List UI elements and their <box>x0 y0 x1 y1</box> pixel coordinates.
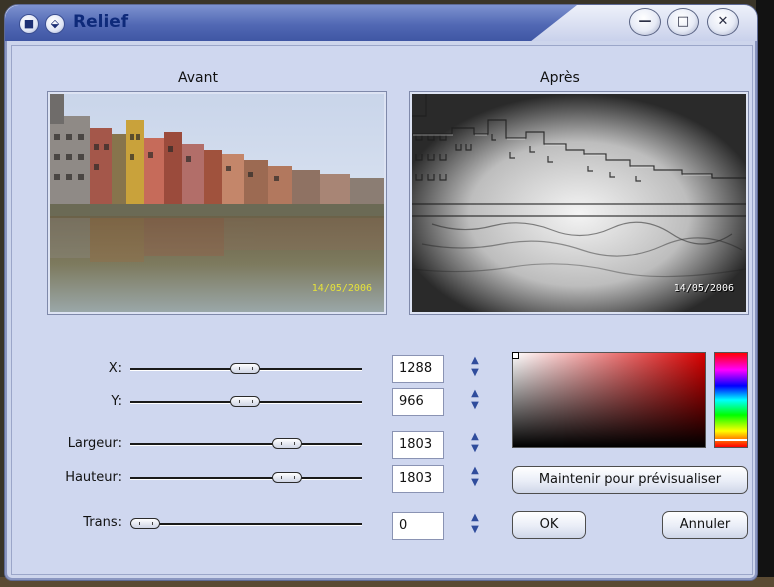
after-preview-image: 14/05/2006 <box>410 92 748 314</box>
spin-up-icon[interactable]: ▲ <box>464 388 486 400</box>
close-button[interactable]: ✕ <box>707 8 739 36</box>
title-bar[interactable]: ■ ⬙ Relief — □ ✕ <box>5 5 757 41</box>
width-value-input[interactable]: 1803 <box>392 431 444 459</box>
width-slider-track[interactable] <box>130 443 362 446</box>
x-label: X: <box>108 361 122 376</box>
x-spinner[interactable]: ▲ ▼ <box>464 355 486 383</box>
height-slider-track[interactable] <box>130 477 362 480</box>
x-value-input[interactable]: 1288 <box>392 355 444 383</box>
x-slider-thumb[interactable] <box>230 363 260 374</box>
trans-slider-track[interactable] <box>130 523 362 526</box>
window-title: Relief <box>73 12 129 32</box>
dialog-body: Avant Après 14/05/2006 14/05/2006 X: 128… <box>11 45 753 575</box>
spin-down-icon[interactable]: ▼ <box>464 477 486 489</box>
rollup-icon[interactable]: ⬙ <box>45 14 65 34</box>
spin-up-icon[interactable]: ▲ <box>464 465 486 477</box>
system-menu-icon[interactable]: ■ <box>19 14 39 34</box>
before-photo <box>50 94 384 312</box>
width-slider-thumb[interactable] <box>272 438 302 449</box>
relief-dialog: ■ ⬙ Relief — □ ✕ Avant Après 14/05/2006 … <box>4 4 758 581</box>
spin-up-icon[interactable]: ▲ <box>464 512 486 524</box>
minimize-button[interactable]: — <box>629 8 661 36</box>
before-preview-image: 14/05/2006 <box>48 92 386 314</box>
hue-marker[interactable] <box>715 439 747 441</box>
y-value-input[interactable]: 966 <box>392 388 444 416</box>
y-label: Y: <box>111 394 122 409</box>
spin-up-icon[interactable]: ▲ <box>464 355 486 367</box>
spin-up-icon[interactable]: ▲ <box>464 431 486 443</box>
maximize-button[interactable]: □ <box>667 8 699 36</box>
trans-spinner[interactable]: ▲ ▼ <box>464 512 486 540</box>
trans-slider-thumb[interactable] <box>130 518 160 529</box>
color-saturation-field[interactable] <box>512 352 706 448</box>
spin-down-icon[interactable]: ▼ <box>464 524 486 536</box>
trans-label: Trans: <box>83 515 122 530</box>
y-spinner[interactable]: ▲ ▼ <box>464 388 486 416</box>
hold-to-preview-button[interactable]: Maintenir pour prévisualiser <box>512 466 748 494</box>
spin-down-icon[interactable]: ▼ <box>464 400 486 412</box>
trans-value-input[interactable]: 0 <box>392 512 444 540</box>
height-label: Hauteur: <box>65 470 122 485</box>
hue-bar[interactable] <box>714 352 748 448</box>
desktop-edge-right <box>756 0 774 587</box>
height-spinner[interactable]: ▲ ▼ <box>464 465 486 493</box>
width-spinner[interactable]: ▲ ▼ <box>464 431 486 459</box>
height-value-input[interactable]: 1803 <box>392 465 444 493</box>
after-date-stamp: 14/05/2006 <box>673 283 734 294</box>
spin-down-icon[interactable]: ▼ <box>464 367 486 379</box>
y-slider-thumb[interactable] <box>230 396 260 407</box>
after-photo <box>412 94 746 312</box>
before-label: Avant <box>178 70 218 86</box>
cancel-button[interactable]: Annuler <box>662 511 748 539</box>
after-label: Après <box>540 70 580 86</box>
ok-button[interactable]: OK <box>512 511 586 539</box>
height-slider-thumb[interactable] <box>272 472 302 483</box>
width-label: Largeur: <box>67 436 122 451</box>
spin-down-icon[interactable]: ▼ <box>464 443 486 455</box>
color-picker-cursor[interactable] <box>512 352 519 359</box>
before-date-stamp: 14/05/2006 <box>311 283 372 294</box>
